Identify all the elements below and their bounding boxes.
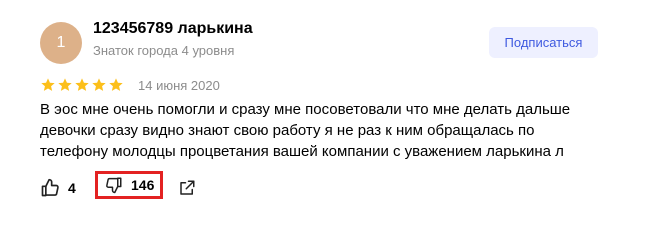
star-icon — [92, 78, 106, 91]
star-icon — [58, 78, 72, 91]
avatar-initial: 1 — [56, 34, 66, 51]
review-text-line: девочки сразу видно знают свою работу я … — [40, 122, 535, 139]
review-text-line: телефону молодцы процветания вашей компа… — [40, 143, 564, 160]
star-icon — [109, 78, 123, 91]
share-button[interactable] — [177, 178, 197, 198]
star-icon — [41, 78, 55, 91]
star-icon — [75, 78, 89, 91]
share-icon — [180, 180, 195, 195]
dislike-button[interactable]: 146 — [95, 171, 163, 199]
review-text: В эос мне очень помогли и сразу мне посо… — [40, 99, 620, 162]
thumbs-down-icon — [106, 177, 122, 194]
dislike-count: 146 — [131, 177, 155, 193]
like-count: 4 — [68, 180, 76, 196]
thumbs-up-icon — [41, 178, 59, 197]
subscribe-button[interactable]: Подписаться — [489, 27, 598, 58]
star-rating — [40, 77, 124, 93]
author-name[interactable]: 123456789 ларькина — [93, 20, 253, 38]
avatar[interactable]: 1 — [40, 22, 82, 64]
like-button[interactable]: 4 — [40, 176, 76, 200]
review-date: 14 июня 2020 — [138, 77, 220, 93]
review-text-line: В эос мне очень помогли и сразу мне посо… — [40, 101, 571, 118]
rating-row: 14 июня 2020 — [40, 76, 220, 94]
author-level: Знаток города 4 уровня — [93, 43, 235, 58]
